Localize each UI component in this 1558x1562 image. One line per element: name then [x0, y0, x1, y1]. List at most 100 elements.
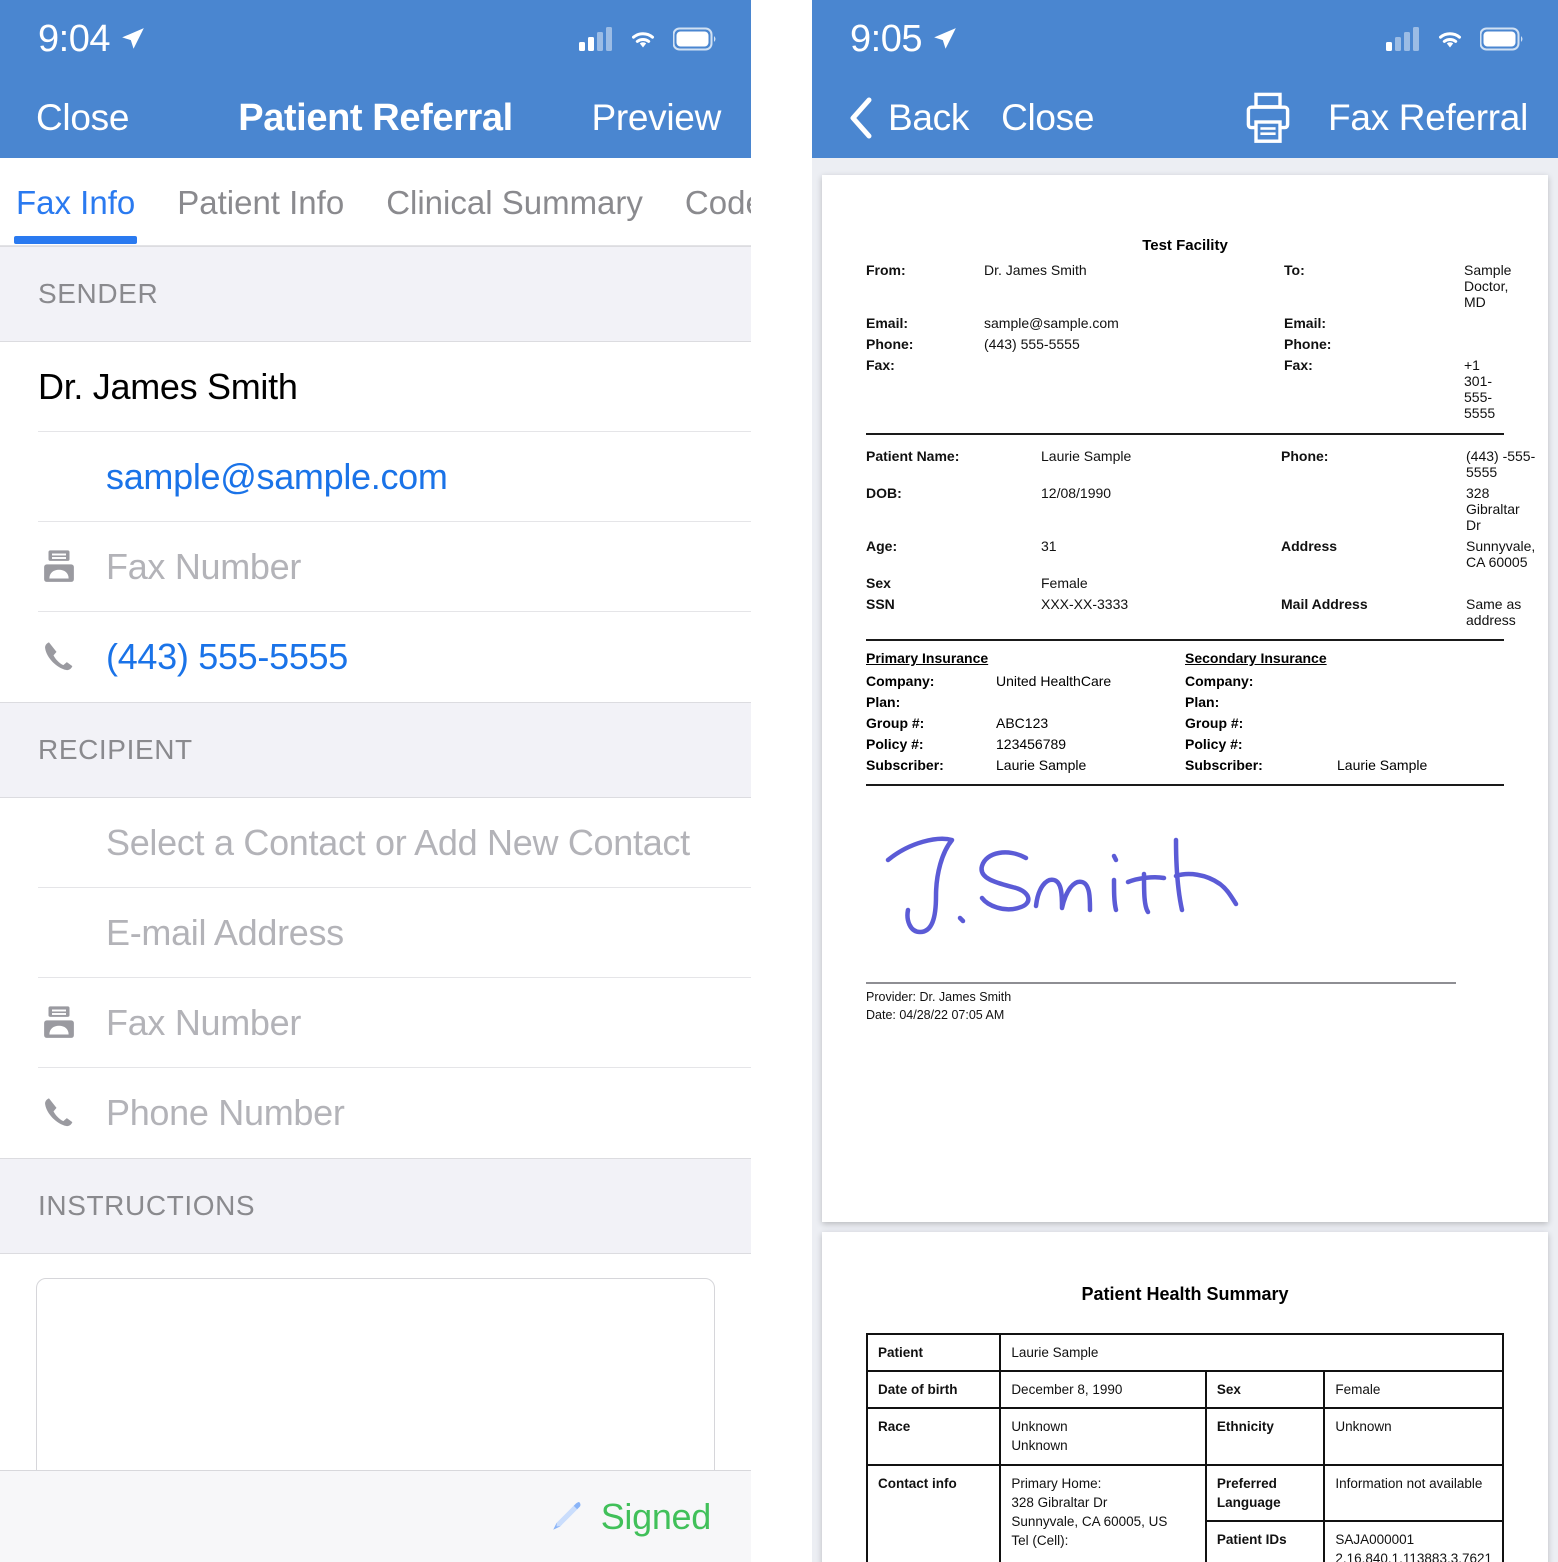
pi-company-value: United HealthCare	[996, 672, 1112, 689]
age-value: 31	[1041, 537, 1057, 554]
spacer-label	[1281, 572, 1466, 593]
table-row: Race Unknown Unknown Ethnicity Unknown	[865, 1407, 1504, 1466]
row-value-race: Unknown Unknown	[999, 1407, 1207, 1466]
table-row: Date of birth December 8, 1990 Sex Femal…	[865, 1370, 1504, 1410]
close-button[interactable]: Close	[1001, 97, 1094, 139]
si-group-value	[1315, 712, 1504, 733]
nav-bar-right: Back Close Fax Referral	[812, 78, 1558, 158]
preview-button[interactable]: Preview	[592, 97, 722, 139]
left-phone-screen: 9:04 Close Patient Referral Preview Fax …	[0, 0, 751, 1562]
sender-email-row[interactable]: sample@sample.com	[0, 432, 751, 522]
from-fax-value	[984, 354, 1284, 423]
pi-plan-value	[996, 691, 1185, 712]
primary-insurance-title: Primary Insurance	[866, 650, 989, 666]
row-value-dob: December 8, 1990	[999, 1370, 1207, 1410]
recipient-email-row[interactable]: E-mail Address	[0, 888, 751, 978]
facility-title: Test Facility	[1142, 237, 1228, 254]
document-page-1: Test Facility From: Dr. James Smith To: …	[822, 175, 1548, 1222]
battery-icon	[673, 27, 716, 51]
divider-after-demographics	[866, 639, 1504, 641]
fax-referral-button[interactable]: Fax Referral	[1328, 97, 1528, 139]
recipient-fax-input[interactable]: Fax Number	[106, 1002, 301, 1044]
from-email-label: Email:	[866, 314, 909, 331]
tab-patient-info[interactable]: Patient Info	[177, 184, 344, 222]
pi-subscriber-value: Laurie Sample	[996, 756, 1087, 773]
row-value-sex: Female	[1323, 1370, 1504, 1410]
recipient-phone-row[interactable]: Phone Number	[0, 1068, 751, 1158]
pi-policy-label: Policy #:	[866, 735, 924, 752]
si-plan-value	[1315, 691, 1504, 712]
pi-group-value: ABC123	[996, 714, 1049, 731]
wifi-icon	[632, 32, 654, 48]
to-fax-value: +1 301-555-5555	[1464, 356, 1496, 421]
tab-codes[interactable]: Codes	[685, 184, 751, 222]
to-fax-label: Fax:	[1284, 356, 1313, 373]
to-label: To:	[1284, 261, 1305, 278]
row-label-patient: Patient	[865, 1332, 1002, 1373]
dob-value: 12/08/1990	[1041, 484, 1112, 501]
status-bar-left: 9:04	[0, 0, 751, 78]
fax-machine-icon	[38, 546, 84, 588]
instructions-section-label: INSTRUCTIONS	[38, 1190, 256, 1221]
patient-name-value: Laurie Sample	[1041, 447, 1132, 464]
si-company-value	[1315, 670, 1504, 691]
to-phone-value	[1464, 333, 1511, 354]
patient-phone-label: Phone:	[1281, 447, 1329, 464]
si-company-label: Company:	[1185, 672, 1254, 689]
sender-fax-input[interactable]: Fax Number	[106, 546, 301, 588]
recipient-contact-row[interactable]: Select a Contact or Add New Contact	[0, 798, 751, 888]
row-value-patient-ids: SAJA000001 2.16.840.1.113883.3.7621 111-…	[1323, 1519, 1504, 1562]
si-subscriber-label: Subscriber:	[1185, 756, 1263, 773]
signature-status-bar[interactable]: Signed	[0, 1470, 751, 1562]
status-time: 9:05	[850, 17, 922, 60]
sender-name-row[interactable]: Dr. James Smith	[0, 342, 751, 432]
pi-policy-value: 123456789	[996, 735, 1067, 752]
document-preview-scroll[interactable]: Test Facility From: Dr. James Smith To: …	[812, 158, 1558, 1562]
si-policy-label: Policy #:	[1185, 735, 1243, 752]
pi-company-label: Company:	[866, 672, 935, 689]
nav-bar-left: Close Patient Referral Preview	[0, 78, 751, 158]
age-label: Age:	[866, 537, 898, 554]
printer-icon[interactable]	[1244, 92, 1292, 144]
status-bar-left-group: 9:05	[850, 18, 958, 61]
si-policy-value	[1315, 733, 1504, 754]
to-email-label: Email:	[1284, 314, 1327, 331]
secondary-insurance-block: Secondary Insurance Company: Plan: Group…	[1185, 650, 1504, 775]
address-label-blank	[1281, 482, 1466, 535]
row-value-ethnicity: Unknown	[1323, 1407, 1504, 1466]
to-email-value	[1464, 312, 1511, 333]
sender-fax-row[interactable]: Fax Number	[0, 522, 751, 612]
primary-insurance-block: Primary Insurance Company: United HealthC…	[866, 650, 1185, 775]
sender-phone-row[interactable]: (443) 555-5555	[0, 612, 751, 702]
document-page-2: Patient Health Summary Patient Laurie Sa…	[822, 1232, 1548, 1562]
row-label-ethnicity: Ethnicity	[1204, 1407, 1326, 1466]
recipient-section-header: RECIPIENT	[0, 702, 751, 798]
sex-value: Female	[1041, 574, 1088, 591]
recipient-email-input[interactable]: E-mail Address	[106, 912, 344, 954]
from-value: Dr. James Smith	[984, 261, 1087, 278]
screenshot-root: 9:04 Close Patient Referral Preview Fax …	[0, 0, 1558, 1562]
sex-label: Sex	[866, 574, 891, 591]
tab-fax-info[interactable]: Fax Info	[13, 184, 138, 244]
row-label-race: Race	[865, 1407, 1002, 1466]
chevron-left-icon[interactable]	[848, 96, 874, 140]
status-bar-right-group	[1386, 27, 1524, 51]
status-bar-right: 9:05	[812, 0, 1558, 78]
sender-name-value: Dr. James Smith	[38, 366, 298, 407]
tab-clinical-summary[interactable]: Clinical Summary	[386, 184, 643, 222]
row-value-preferred-language: Information not available	[1323, 1463, 1504, 1522]
sender-phone-value[interactable]: (443) 555-5555	[106, 636, 348, 678]
recipient-contact-input[interactable]: Select a Contact or Add New Contact	[106, 822, 690, 864]
back-button[interactable]: Back	[888, 97, 969, 139]
secondary-insurance-title: Secondary Insurance	[1185, 650, 1327, 666]
si-subscriber-value: Laurie Sample	[1337, 756, 1428, 773]
row-value-patient: Laurie Sample	[999, 1332, 1504, 1373]
row-label-patient-ids: Patient IDs	[1204, 1519, 1326, 1562]
spacer-value	[1466, 572, 1535, 593]
cellular-signal-icon	[1386, 27, 1419, 51]
close-button[interactable]: Close	[36, 97, 129, 139]
cellular-signal-icon	[579, 27, 612, 51]
status-bar-right-group	[579, 27, 717, 51]
recipient-fax-row[interactable]: Fax Number	[0, 978, 751, 1068]
recipient-phone-input[interactable]: Phone Number	[106, 1092, 345, 1134]
